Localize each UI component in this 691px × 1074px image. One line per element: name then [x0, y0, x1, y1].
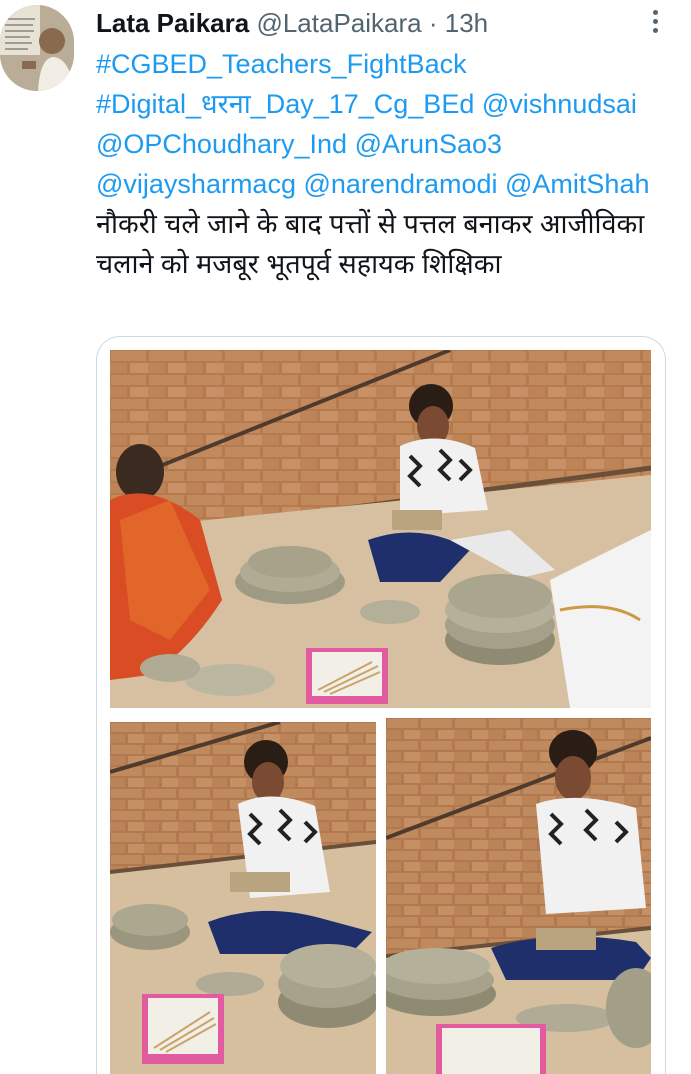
author-handle[interactable]: @LataPaikara — [256, 8, 421, 38]
mention-link[interactable]: @vijaysharmacg — [96, 169, 296, 199]
tweet-media[interactable] — [96, 336, 666, 1074]
mention-link[interactable]: @ArunSao3 — [355, 129, 503, 159]
mention-link[interactable]: @vishnudsai — [482, 89, 637, 119]
tweet-text: #CGBED_Teachers_FightBack #Digital_धरना_… — [96, 44, 676, 284]
tweet-header: Lata Paikara @LataPaikara · 13h — [96, 6, 488, 40]
timestamp[interactable]: 13h — [445, 8, 488, 38]
tweet-text-segment — [474, 89, 482, 119]
tweet-text-segment — [498, 169, 506, 199]
mention-link[interactable]: @narendramodi — [303, 169, 497, 199]
photo-woman-with-leaf-plates[interactable] — [386, 718, 651, 1074]
avatar[interactable] — [0, 5, 74, 91]
tweet-text-segment — [347, 129, 355, 159]
more-options-icon[interactable] — [649, 10, 661, 38]
hashtag-link[interactable]: #CGBED_Teachers_FightBack — [96, 49, 467, 79]
separator-dot: · — [428, 8, 438, 38]
mention-link[interactable]: @AmitShah — [505, 169, 649, 199]
avatar-image — [0, 5, 74, 91]
tweet-text-segment: नौकरी चले जाने के बाद पत्तों से पत्तल बन… — [96, 209, 645, 279]
photo-woman-stitching-leaves[interactable] — [110, 722, 376, 1074]
hashtag-link[interactable]: #Digital_धरना_Day_17_Cg_BEd — [96, 89, 474, 119]
author-name[interactable]: Lata Paikara — [96, 8, 249, 38]
photo-women-making-leaf-plates[interactable] — [110, 350, 651, 708]
tweet[interactable]: Lata Paikara @LataPaikara · 13h #CGBED_T… — [0, 0, 691, 1074]
mention-link[interactable]: @OPChoudhary_Ind — [96, 129, 347, 159]
